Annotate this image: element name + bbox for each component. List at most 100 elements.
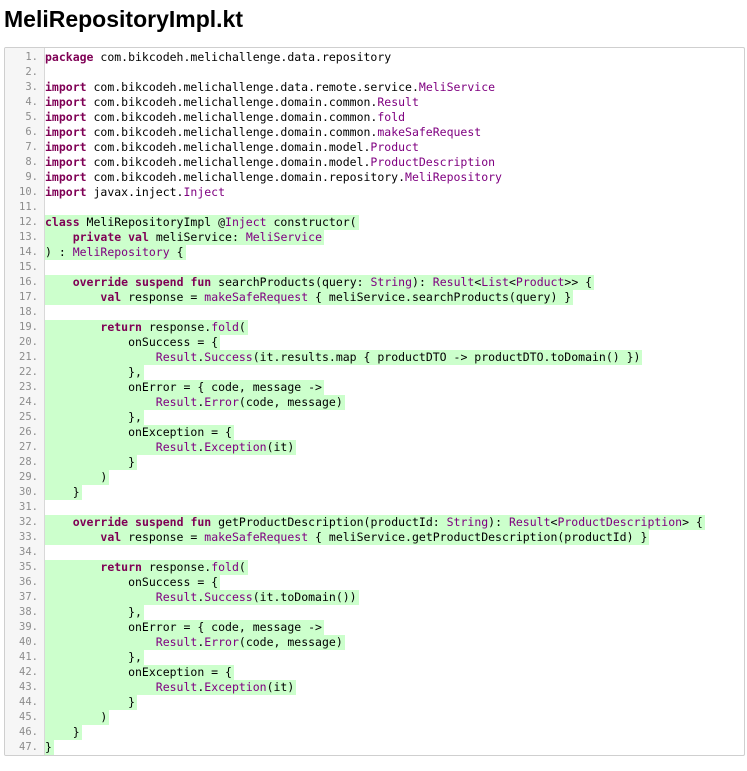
line-number: 44. bbox=[19, 696, 38, 708]
code-text: onException = { bbox=[45, 665, 234, 680]
code-text: return response.fold( bbox=[45, 560, 248, 575]
code-line: 28. } bbox=[5, 455, 744, 470]
code-line: 20. onSuccess = { bbox=[5, 335, 744, 350]
line-number: 14. bbox=[19, 246, 38, 258]
line-number: 4. bbox=[25, 96, 38, 108]
code-lines: 1. package com.bikcodeh.melichallenge.dat… bbox=[5, 50, 744, 755]
line-number: 16. bbox=[19, 276, 38, 288]
line-number: 43. bbox=[19, 681, 38, 693]
line-number: 25. bbox=[19, 411, 38, 423]
line-number: 29. bbox=[19, 471, 38, 483]
code-line: 1. package com.bikcodeh.melichallenge.dat… bbox=[5, 50, 744, 65]
line-number: 12. bbox=[19, 216, 38, 228]
code-line: 2. bbox=[5, 65, 744, 80]
code-line: 7. import com.bikcodeh.melichallenge.doma… bbox=[5, 140, 744, 155]
code-line: 42. onException = { bbox=[5, 665, 744, 680]
code-line: 15. bbox=[5, 260, 744, 275]
code-line: 12. class MeliRepositoryImpl @Inject cons… bbox=[5, 215, 744, 230]
code-line: 39. onError = { code, message -> bbox=[5, 620, 744, 635]
line-number: 39. bbox=[19, 621, 38, 633]
code-text: onSuccess = { bbox=[45, 575, 221, 590]
code-line: 37. Result.Success(it.toDomain()) bbox=[5, 590, 744, 605]
line-number: 11. bbox=[19, 201, 38, 213]
line-number: 47. bbox=[19, 741, 38, 753]
line-number: 1. bbox=[25, 51, 38, 63]
code-text: onSuccess = { bbox=[45, 335, 221, 350]
code-text: val response = makeSafeRequest { meliSer… bbox=[45, 530, 650, 545]
code-line: 33. val response = makeSafeRequest { mel… bbox=[5, 530, 744, 545]
code-text: onException = { bbox=[45, 425, 234, 440]
code-line: 40. Result.Error(code, message) bbox=[5, 635, 744, 650]
code-line: 38. }, bbox=[5, 605, 744, 620]
code-line: 21. Result.Success(it.results.map { prod… bbox=[5, 350, 744, 365]
code-text: import com.bikcodeh.melichallenge.data.r… bbox=[45, 80, 496, 94]
code-line: 13. private val meliService: MeliService bbox=[5, 230, 744, 245]
line-number: 23. bbox=[19, 381, 38, 393]
code-line: 11. bbox=[5, 200, 744, 215]
code-text: import javax.inject.Inject bbox=[45, 185, 226, 199]
code-line: 10. import javax.inject.Inject bbox=[5, 185, 744, 200]
code-text: class MeliRepositoryImpl @Inject constru… bbox=[45, 215, 359, 230]
line-number: 35. bbox=[19, 561, 38, 573]
code-text: override suspend fun searchProducts(quer… bbox=[45, 275, 595, 290]
code-text: import com.bikcodeh.melichallenge.domain… bbox=[45, 95, 419, 109]
line-number: 37. bbox=[19, 591, 38, 603]
line-number: 17. bbox=[19, 291, 38, 303]
line-number: 32. bbox=[19, 516, 38, 528]
line-number: 18. bbox=[19, 306, 38, 318]
code-text: onError = { code, message -> bbox=[45, 620, 324, 635]
code-line: 8. import com.bikcodeh.melichallenge.doma… bbox=[5, 155, 744, 170]
code-text: val response = makeSafeRequest { meliSer… bbox=[45, 290, 574, 305]
code-text: } bbox=[45, 725, 82, 740]
code-text: private val meliService: MeliService bbox=[45, 230, 324, 245]
code-text: import com.bikcodeh.melichallenge.domain… bbox=[45, 155, 496, 169]
code-text: Result.Exception(it) bbox=[45, 680, 297, 695]
code-line: 31. bbox=[5, 500, 744, 515]
code-line: 35. return response.fold( bbox=[5, 560, 744, 575]
code-line: 46. } bbox=[5, 725, 744, 740]
code-line: 44. } bbox=[5, 695, 744, 710]
code-viewer[interactable]: 1. package com.bikcodeh.melichallenge.dat… bbox=[4, 47, 745, 756]
code-line: 23. onError = { code, message -> bbox=[5, 380, 744, 395]
line-number: 30. bbox=[19, 486, 38, 498]
code-line: 17. val response = makeSafeRequest { mel… bbox=[5, 290, 744, 305]
code-line: 19. return response.fold( bbox=[5, 320, 744, 335]
code-line: 9. import com.bikcodeh.melichallenge.doma… bbox=[5, 170, 744, 185]
line-number: 33. bbox=[19, 531, 38, 543]
code-line: 30. } bbox=[5, 485, 744, 500]
code-line: 47.} bbox=[5, 740, 744, 755]
code-text: }, bbox=[45, 410, 144, 425]
code-text: ) bbox=[45, 470, 110, 485]
line-number: 5. bbox=[25, 111, 38, 123]
code-line: 6. import com.bikcodeh.melichallenge.doma… bbox=[5, 125, 744, 140]
line-number: 7. bbox=[25, 141, 38, 153]
line-number: 40. bbox=[19, 636, 38, 648]
code-line: 4. import com.bikcodeh.melichallenge.doma… bbox=[5, 95, 744, 110]
code-line: 27. Result.Exception(it) bbox=[5, 440, 744, 455]
line-number: 46. bbox=[19, 726, 38, 738]
code-line: 24. Result.Error(code, message) bbox=[5, 395, 744, 410]
code-line: 5. import com.bikcodeh.melichallenge.doma… bbox=[5, 110, 744, 125]
line-number: 36. bbox=[19, 576, 38, 588]
line-number: 15. bbox=[19, 261, 38, 273]
line-number: 22. bbox=[19, 366, 38, 378]
line-number: 45. bbox=[19, 711, 38, 723]
line-number: 21. bbox=[19, 351, 38, 363]
line-number: 3. bbox=[25, 81, 38, 93]
code-text: package com.bikcodeh.melichallenge.data.… bbox=[45, 50, 392, 64]
code-line: 18. bbox=[5, 305, 744, 320]
code-text: import com.bikcodeh.melichallenge.domain… bbox=[45, 140, 419, 154]
code-text: } bbox=[45, 740, 54, 755]
code-text: }, bbox=[45, 650, 144, 665]
code-line: 36. onSuccess = { bbox=[5, 575, 744, 590]
line-number: 42. bbox=[19, 666, 38, 678]
code-text: import com.bikcodeh.melichallenge.domain… bbox=[45, 125, 482, 139]
code-text: ) : MeliRepository { bbox=[45, 245, 186, 260]
line-number: 19. bbox=[19, 321, 38, 333]
code-text: import com.bikcodeh.melichallenge.domain… bbox=[45, 170, 502, 184]
line-number: 28. bbox=[19, 456, 38, 468]
code-text: } bbox=[45, 695, 138, 710]
line-number: 8. bbox=[25, 156, 38, 168]
code-text: import com.bikcodeh.melichallenge.domain… bbox=[45, 110, 406, 124]
code-line: 43. Result.Exception(it) bbox=[5, 680, 744, 695]
